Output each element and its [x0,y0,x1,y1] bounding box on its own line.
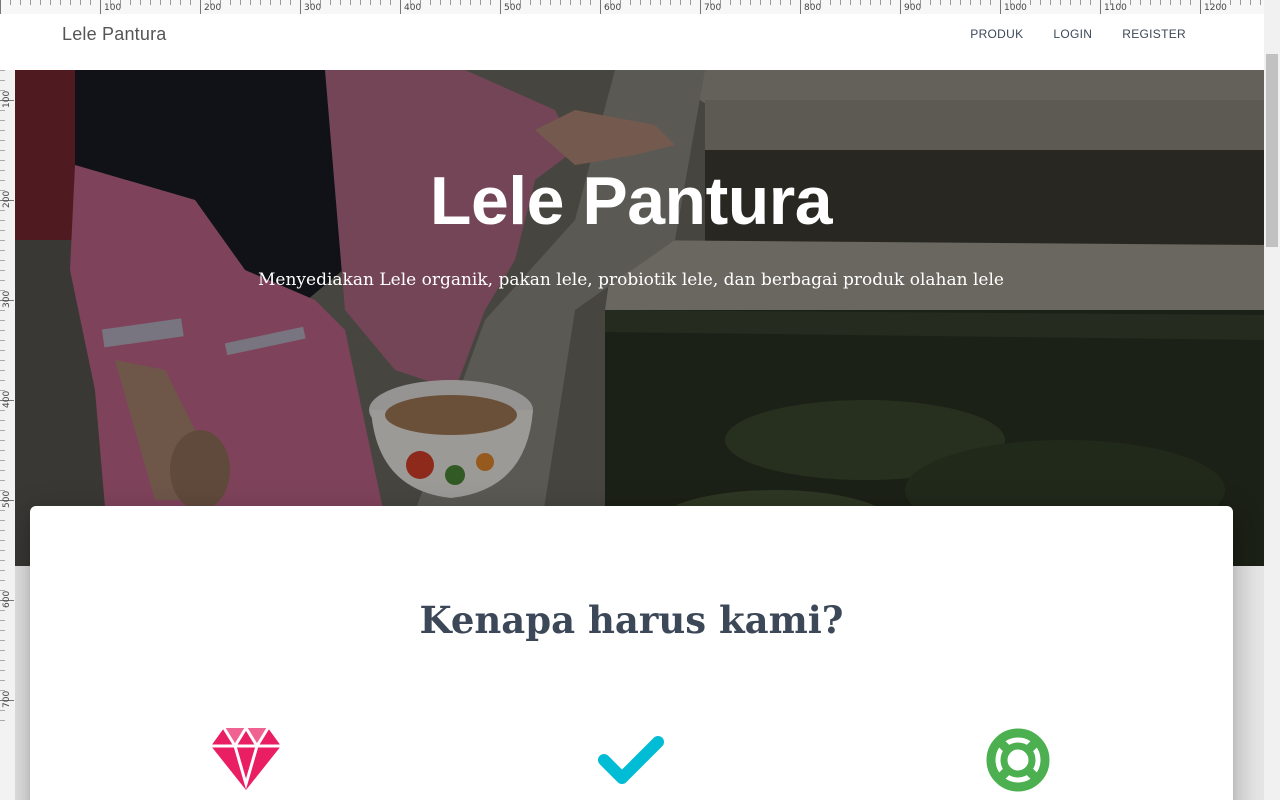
nav-links: PRODUK LOGIN REGISTER [970,27,1186,41]
ruler-label: 500 [2,490,12,508]
main-content-card: Kenapa harus kami? [30,506,1233,800]
ruler-label: 200 [2,190,12,208]
hero-overlay [15,70,1264,566]
ruler-label: 700 [704,3,722,13]
vertical-scrollbar[interactable] [1264,0,1280,800]
ruler-label: 700 [2,690,12,708]
nav-link-produk[interactable]: PRODUK [970,27,1023,41]
ruler-left: 100 200 300 400 500 600 700 [0,70,15,800]
ruler-label: 600 [604,3,622,13]
diamond-icon [210,726,282,797]
ruler-label: 1000 [1004,3,1027,13]
ruler-top: 100 200 300 400 500 600 700 800 900 1000… [0,0,1264,14]
section-title: Kenapa harus kami? [419,598,844,642]
hero-subtitle: Menyediakan Lele organik, pakan lele, pr… [258,270,1004,290]
nav-link-login[interactable]: LOGIN [1053,27,1092,41]
ruler-label: 600 [2,590,12,608]
ruler-label: 400 [404,3,422,13]
ruler-label: 500 [504,3,522,13]
check-icon [598,734,664,791]
scrollbar-thumb[interactable] [1266,54,1278,247]
hero-section: Lele Pantura Menyediakan Lele organik, p… [15,70,1264,566]
ruler-label: 200 [204,3,222,13]
nav-link-register[interactable]: REGISTER [1122,27,1186,41]
ruler-label: 1100 [1104,3,1127,13]
lifebuoy-icon [986,728,1050,797]
ruler-label: 900 [904,3,922,13]
brand-link[interactable]: Lele Pantura [62,24,166,45]
ruler-label: 100 [2,90,12,108]
ruler-label: 800 [804,3,822,13]
ruler-label: 300 [2,290,12,308]
ruler-label: 400 [2,390,12,408]
ruler-label: 100 [104,3,122,13]
ruler-label: 300 [304,3,322,13]
browser-viewport: 100 200 300 400 500 600 700 800 900 1000… [0,0,1280,800]
hero-title: Lele Pantura [429,163,833,239]
ruler-label: 1200 [1204,3,1227,13]
